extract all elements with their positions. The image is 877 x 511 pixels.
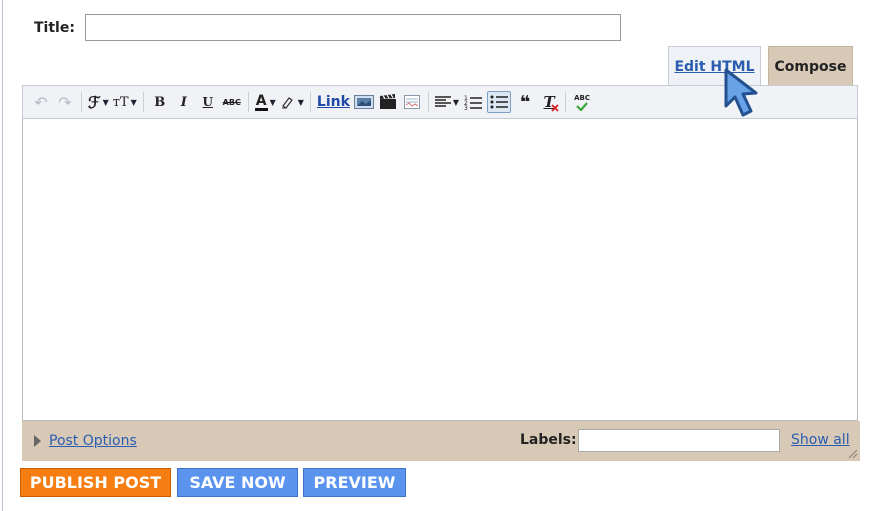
chevron-down-icon: ▼ [269,97,276,107]
editor-footer: Post Options Labels: Show all [22,421,860,461]
bulleted-list-icon[interactable] [487,91,512,113]
chevron-down-icon: ▼ [102,97,109,107]
font-family-icon[interactable]: ℱ ▼ [88,91,109,113]
font-family-glyph: ℱ [88,92,101,112]
numbered-list-icon[interactable]: 123 [463,91,483,113]
post-body-editor[interactable] [22,119,858,421]
mouse-pointer-icon [724,68,758,117]
chevron-down-icon: ▼ [130,97,137,107]
undo-icon[interactable]: ↶ [31,91,51,113]
labels-label: Labels: [520,432,577,448]
toolbar-divider [81,92,82,112]
text-color-icon[interactable]: A ▼ [254,91,276,113]
resize-grip-icon[interactable] [846,447,858,459]
spellcheck-icon[interactable]: ABC [572,91,592,113]
close-icon [551,104,559,112]
numbered-list-glyph: 123 [464,95,483,110]
text-color-glyph: A [254,92,268,111]
link-button[interactable]: Link [317,91,350,113]
chevron-down-icon: ▼ [452,97,460,107]
spellcheck-glyph: ABC [574,93,591,102]
underline-icon[interactable]: U [198,91,218,113]
svg-text:3: 3 [464,105,468,110]
show-all-link[interactable]: Show all [791,432,850,448]
font-size-icon[interactable]: тT ▼ [113,91,137,113]
image-icon[interactable] [353,91,374,113]
toolbar-divider [142,92,144,112]
align-glyph [434,96,451,107]
bold-icon[interactable]: B [150,91,170,113]
post-options-toggle[interactable]: Post Options [34,433,137,449]
toolbar-divider [427,92,429,112]
post-options-link[interactable]: Post Options [49,433,137,449]
toolbar-divider [309,92,311,112]
quote-icon[interactable]: ❝ [515,91,535,113]
bulleted-list-glyph [490,95,509,109]
publish-post-button[interactable]: PUBLISH POST [20,468,171,497]
title-input[interactable] [84,14,621,41]
font-size-glyph: тT [112,94,129,110]
expand-triangle-icon [34,435,41,447]
title-label: Title: [34,19,75,36]
jump-break-icon[interactable] [402,91,422,113]
page-left-border [2,0,3,511]
title-row: Title: [34,14,621,41]
jump-break-glyph [403,95,420,109]
highlight-glyph [281,97,293,109]
highlight-icon[interactable]: ▼ [280,91,304,113]
labels-input[interactable] [578,429,780,452]
video-glyph [379,94,396,109]
tab-compose[interactable]: Compose [768,46,853,86]
align-icon[interactable]: ▼ [434,91,460,113]
check-icon [576,101,588,111]
strikethrough-icon[interactable]: ABC [222,91,242,113]
preview-button[interactable]: PREVIEW [303,468,406,497]
image-glyph [353,95,374,109]
redo-icon[interactable]: ↷ [55,91,75,113]
toolbar-divider [565,92,567,112]
video-icon[interactable] [378,91,398,113]
italic-icon[interactable]: I [174,91,194,113]
toolbar-divider [247,92,249,112]
remove-formatting-icon[interactable]: T [539,91,559,113]
chevron-down-icon: ▼ [297,97,304,107]
save-now-button[interactable]: SAVE NOW [177,468,298,497]
